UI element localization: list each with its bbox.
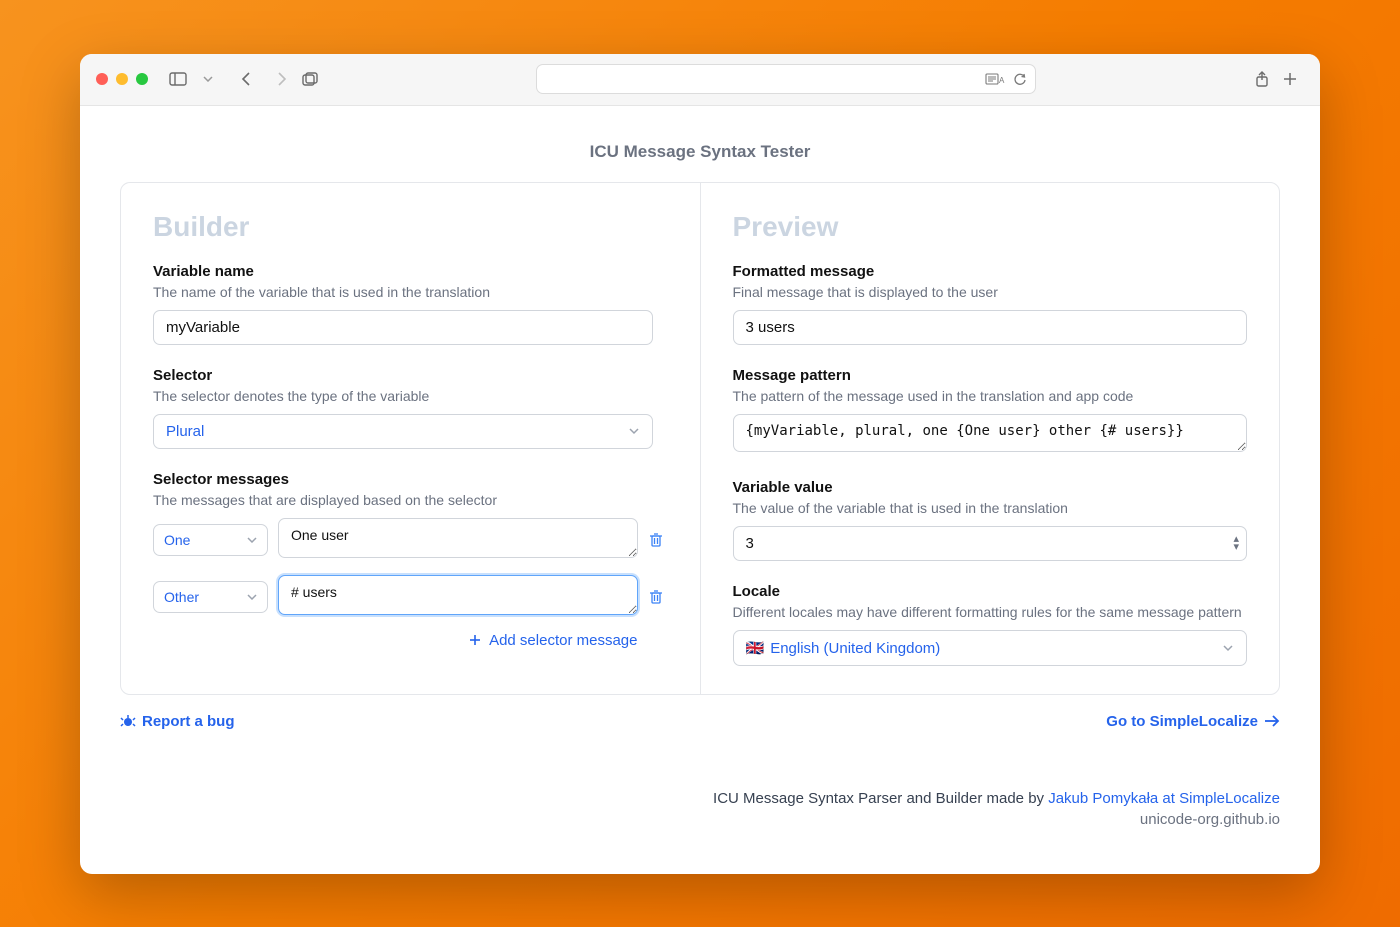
selector-message-input[interactable] [278,575,638,615]
formatted-message-output: 3 users [733,310,1248,345]
preview-panel: Preview Formatted message Final message … [700,183,1280,694]
back-button[interactable] [232,67,260,91]
message-pattern-desc: The pattern of the message used in the t… [733,388,1248,404]
tabs-overview-icon[interactable] [296,67,324,91]
minimize-window-button[interactable] [116,73,128,85]
delete-selector-message-button[interactable] [648,589,668,605]
variable-value-field: Variable value The value of the variable… [733,479,1248,561]
selector-desc: The selector denotes the type of the var… [153,388,668,404]
builder-heading: Builder [153,211,668,243]
credit-prefix: ICU Message Syntax Parser and Builder ma… [713,790,1048,807]
report-bug-link[interactable]: Report a bug [120,713,235,730]
message-pattern-field: Message pattern The pattern of the messa… [733,367,1248,457]
delete-selector-message-button[interactable] [648,532,668,548]
selector-select[interactable]: Plural [153,414,653,449]
variable-name-field: Variable name The name of the variable t… [153,263,668,345]
variable-value-label: Variable value [733,479,1248,496]
credits: ICU Message Syntax Parser and Builder ma… [120,790,1280,828]
reader-icon[interactable]: A [985,72,1007,86]
variable-value-desc: The value of the variable that is used i… [733,500,1248,516]
goto-label: Go to SimpleLocalize [1106,713,1258,730]
preview-heading: Preview [733,211,1248,243]
builder-panel: Builder Variable name The name of the va… [121,183,700,694]
add-selector-message-button[interactable]: Add selector message [153,632,668,649]
goto-simplelocalize-link[interactable]: Go to SimpleLocalize [1106,713,1280,730]
formatted-message-label: Formatted message [733,263,1248,280]
reload-icon[interactable] [1013,72,1027,86]
chevron-down-icon [1222,644,1234,652]
forward-button[interactable] [268,67,296,91]
variable-name-label: Variable name [153,263,668,280]
selector-messages-label: Selector messages [153,471,668,488]
titlebar: A [80,54,1320,106]
arrow-right-icon [1264,715,1280,727]
selector-key-value: One [164,532,190,548]
footer-links: Report a bug Go to SimpleLocalize [120,713,1280,730]
locale-label: Locale [733,583,1248,600]
safari-window: A ICU Message Syntax Tester Builder Vari… [80,54,1320,874]
selector-key-value: Other [164,589,199,605]
locale-desc: Different locales may have different for… [733,604,1248,620]
panels: Builder Variable name The name of the va… [120,182,1280,695]
selector-key-select[interactable]: One [153,524,268,556]
sidebar-toggle-icon[interactable] [164,67,192,91]
selector-messages-field: Selector messages The messages that are … [153,471,668,649]
selector-field: Selector The selector denotes the type o… [153,367,668,449]
chevron-down-icon [247,594,257,600]
credit-sub: unicode-org.github.io [120,811,1280,828]
svg-text:A: A [999,76,1005,85]
page-content: ICU Message Syntax Tester Builder Variab… [80,106,1320,874]
chevron-down-icon [247,537,257,543]
zoom-window-button[interactable] [136,73,148,85]
locale-flag: 🇬🇧 [746,640,765,657]
add-selector-message-label: Add selector message [489,632,637,649]
selector-value: Plural [166,423,204,440]
selector-label: Selector [153,367,668,384]
credit-link[interactable]: Jakub Pomykała at SimpleLocalize [1048,790,1280,807]
bug-icon [120,713,136,729]
variable-value-input[interactable] [733,526,1248,561]
selector-messages-desc: The messages that are displayed based on… [153,492,668,508]
selector-message-input[interactable] [278,518,638,558]
locale-field: Locale Different locales may have differ… [733,583,1248,666]
traffic-lights [96,73,148,85]
selector-message-row: Other [153,575,668,620]
report-bug-label: Report a bug [142,713,235,730]
address-bar[interactable]: A [536,64,1036,94]
chevron-down-icon[interactable] [200,67,216,91]
number-stepper[interactable]: ▴▾ [1233,535,1239,551]
page-title: ICU Message Syntax Tester [120,142,1280,162]
close-window-button[interactable] [96,73,108,85]
formatted-message-desc: Final message that is displayed to the u… [733,284,1248,300]
selector-message-row: One [153,518,668,563]
variable-name-input[interactable] [153,310,653,345]
share-icon[interactable] [1248,67,1276,91]
message-pattern-input[interactable] [733,414,1248,452]
locale-select[interactable]: 🇬🇧 English (United Kingdom) [733,630,1248,666]
new-tab-button[interactable] [1276,67,1304,91]
locale-value: English (United Kingdom) [770,640,940,657]
formatted-message-field: Formatted message Final message that is … [733,263,1248,345]
chevron-down-icon [628,427,640,435]
variable-name-desc: The name of the variable that is used in… [153,284,668,300]
selector-key-select[interactable]: Other [153,581,268,613]
message-pattern-label: Message pattern [733,367,1248,384]
